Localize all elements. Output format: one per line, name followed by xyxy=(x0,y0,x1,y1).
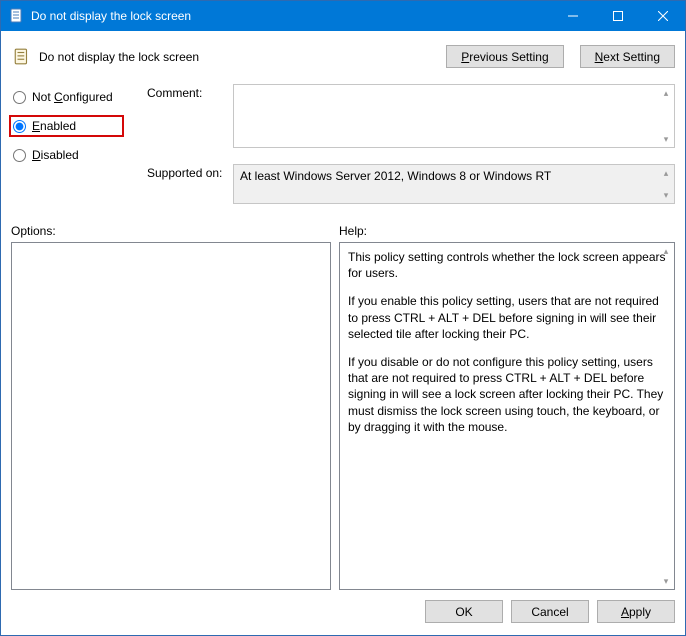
help-paragraph: If you disable or do not configure this … xyxy=(348,354,666,435)
minimize-button[interactable] xyxy=(550,1,595,31)
cancel-button[interactable]: Cancel xyxy=(511,600,589,623)
close-icon xyxy=(658,11,668,21)
options-label: Options: xyxy=(11,224,339,238)
close-button[interactable] xyxy=(640,1,685,31)
content-area: Do not display the lock screen Previous … xyxy=(1,31,685,635)
state-radio-group: Not Configured Enabled Disabled xyxy=(11,84,141,204)
next-setting-button[interactable]: Next Setting xyxy=(580,45,675,68)
settings-grid: Not Configured Enabled Disabled Comment:… xyxy=(11,84,675,212)
scroll-up-icon[interactable]: ▴ xyxy=(660,87,672,99)
scroll-down-icon[interactable]: ▾ xyxy=(660,133,672,145)
supported-on-label: Supported on: xyxy=(147,164,227,204)
minimize-icon xyxy=(568,11,578,21)
scroll-down-icon[interactable]: ▾ xyxy=(660,575,672,587)
help-paragraph: This policy setting controls whether the… xyxy=(348,249,666,281)
comment-label: Comment: xyxy=(147,84,227,148)
scroll-down-icon[interactable]: ▾ xyxy=(660,189,672,201)
policy-title: Do not display the lock screen xyxy=(39,50,430,64)
policy-editor-window: Do not display the lock screen Do not di… xyxy=(0,0,686,636)
radio-disabled[interactable]: Disabled xyxy=(11,146,141,164)
scroll-up-icon[interactable]: ▴ xyxy=(660,245,672,257)
help-label: Help: xyxy=(339,224,367,238)
radio-disabled-label: Disabled xyxy=(32,148,79,162)
radio-enabled-label: Enabled xyxy=(32,119,76,133)
section-labels: Options: Help: xyxy=(11,224,675,238)
radio-not-configured-input[interactable] xyxy=(13,91,26,104)
apply-button[interactable]: Apply xyxy=(597,600,675,623)
header-row: Do not display the lock screen Previous … xyxy=(11,45,675,68)
radio-disabled-input[interactable] xyxy=(13,149,26,162)
titlebar: Do not display the lock screen xyxy=(1,1,685,31)
window-title: Do not display the lock screen xyxy=(31,9,550,23)
maximize-button[interactable] xyxy=(595,1,640,31)
help-paragraph: If you enable this policy setting, users… xyxy=(348,293,666,342)
radio-not-configured-label: Not Configured xyxy=(32,90,113,104)
maximize-icon xyxy=(613,11,623,21)
footer-buttons: OK Cancel Apply xyxy=(11,590,675,623)
policy-scroll-icon xyxy=(9,8,25,24)
scroll-up-icon[interactable]: ▴ xyxy=(660,167,672,179)
radio-not-configured[interactable]: Not Configured xyxy=(11,88,141,106)
radio-enabled[interactable]: Enabled xyxy=(9,115,124,137)
ok-button[interactable]: OK xyxy=(425,600,503,623)
previous-setting-button[interactable]: Previous Setting xyxy=(446,45,563,68)
supported-on-value: At least Windows Server 2012, Windows 8 … xyxy=(240,169,551,183)
help-pane[interactable]: This policy setting controls whether the… xyxy=(339,242,675,590)
policy-scroll-icon xyxy=(13,48,31,66)
radio-enabled-input[interactable] xyxy=(13,120,26,133)
options-pane[interactable] xyxy=(11,242,331,590)
panes: This policy setting controls whether the… xyxy=(11,242,675,590)
comment-textbox[interactable]: ▴ ▾ xyxy=(233,84,675,148)
supported-on-textbox: At least Windows Server 2012, Windows 8 … xyxy=(233,164,675,204)
